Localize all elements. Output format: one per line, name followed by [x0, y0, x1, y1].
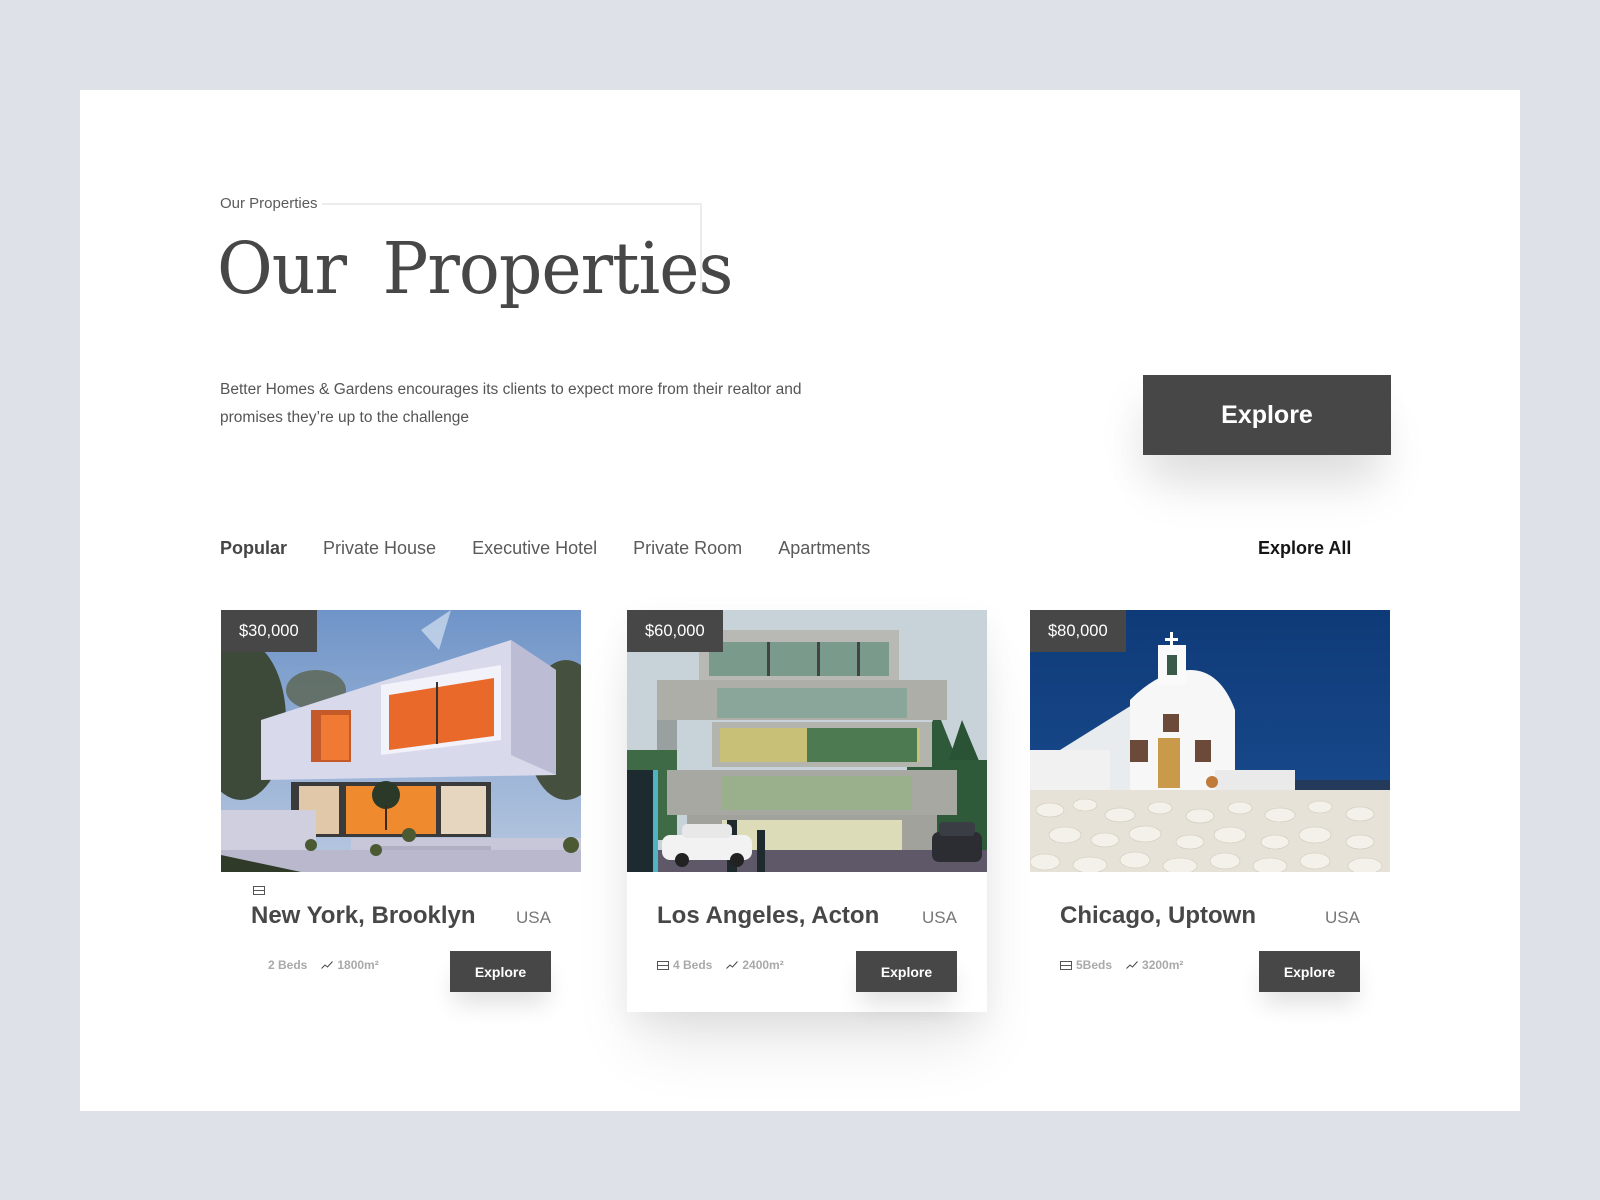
area-value: 3200m²: [1142, 958, 1184, 972]
beds-info: 4 Beds: [657, 958, 712, 972]
card-explore-button[interactable]: Explore: [856, 951, 957, 992]
card-explore-button[interactable]: Explore: [450, 951, 551, 992]
beds-count: 2 Beds: [268, 958, 308, 972]
tab-apartments[interactable]: Apartments: [778, 538, 870, 559]
property-card-chicago[interactable]: $80,000 Chicago, Uptown USA 5Beds 3200m²: [1030, 610, 1390, 1012]
beds-count: 5Beds: [1076, 958, 1113, 972]
tab-private-house[interactable]: Private House: [323, 538, 436, 559]
trend-icon: [1126, 961, 1138, 969]
card-body: Los Angeles, Acton USA 4 Beds 2400m² Exp…: [627, 872, 987, 1012]
property-name: New York, Brooklyn: [251, 902, 476, 929]
beds-info: 2 Beds: [268, 958, 307, 972]
area-info: 3200m²: [1126, 958, 1183, 972]
property-country: USA: [922, 908, 957, 927]
tab-private-room[interactable]: Private Room: [633, 538, 742, 559]
property-image-chapel[interactable]: $80,000: [1030, 610, 1390, 872]
area-info: 2400m²: [726, 958, 784, 972]
property-meta: 2 Beds 1800m²: [268, 958, 379, 972]
beds-count: 4 Beds: [673, 958, 713, 972]
page-title: Our Properties: [217, 228, 733, 311]
trend-icon: [726, 961, 739, 969]
property-country: USA: [1325, 908, 1360, 927]
explore-all-link[interactable]: Explore All: [1258, 538, 1351, 559]
property-name: Chicago, Uptown: [1060, 902, 1256, 929]
property-image-villa[interactable]: $30,000: [221, 610, 581, 872]
card-explore-button[interactable]: Explore: [1259, 951, 1360, 992]
properties-panel: Our Properties Our Properties Better Hom…: [80, 90, 1520, 1111]
price-badge: $30,000: [221, 610, 317, 652]
bed-icon: [1060, 960, 1072, 970]
section-eyebrow: Our Properties: [220, 195, 322, 212]
property-meta: 5Beds 3200m²: [1060, 958, 1183, 972]
bed-icon: [657, 960, 669, 970]
property-country: USA: [516, 908, 551, 927]
bed-icon: [253, 886, 265, 895]
section-description: Better Homes & Gardens encourages its cl…: [220, 381, 802, 426]
area-value: 1800m²: [337, 958, 379, 972]
tab-executive-hotel[interactable]: Executive Hotel: [472, 538, 597, 559]
property-card-new-york[interactable]: $30,000 New York, Brooklyn USA 2 Beds 18…: [221, 610, 581, 1012]
hero-explore-button[interactable]: Explore: [1143, 375, 1391, 455]
property-name: Los Angeles, Acton: [657, 902, 880, 929]
area-info: 1800m²: [321, 958, 379, 972]
category-tabs: Popular Private House Executive Hotel Pr…: [220, 538, 870, 559]
area-value: 2400m²: [742, 958, 784, 972]
trend-icon: [321, 961, 334, 969]
price-badge: $80,000: [1030, 610, 1126, 652]
property-card-los-angeles[interactable]: $60,000 Los Angeles, Acton USA 4 Beds 24…: [627, 610, 987, 1012]
property-meta: 4 Beds 2400m²: [657, 958, 784, 972]
card-body: Chicago, Uptown USA 5Beds 3200m² Explore: [1030, 872, 1390, 1012]
beds-info: 5Beds: [1060, 958, 1112, 972]
card-body: New York, Brooklyn USA 2 Beds 1800m² Exp…: [221, 872, 581, 1012]
price-badge: $60,000: [627, 610, 723, 652]
tab-popular[interactable]: Popular: [220, 538, 287, 559]
property-image-apartment[interactable]: $60,000: [627, 610, 987, 872]
